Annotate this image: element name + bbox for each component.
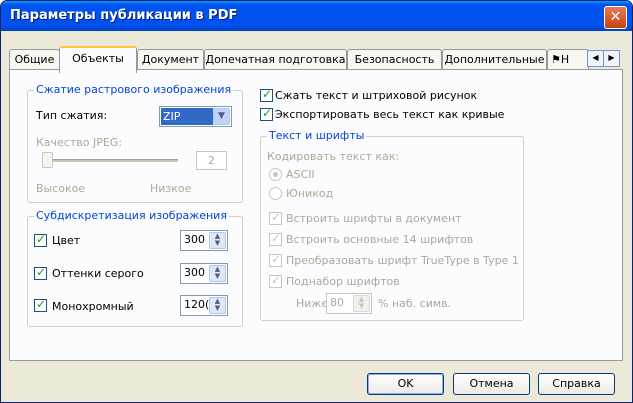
compress-text-checkbox[interactable]: ✓ xyxy=(260,87,273,102)
grayscale-label: Оттенки серого xyxy=(52,267,144,280)
high-label: Высокое xyxy=(36,182,86,195)
jpeg-quality-field[interactable]: 2 xyxy=(196,151,227,170)
check-icon: ✓ xyxy=(271,210,282,224)
tab-strip: Общие Объекты Документ Допечатная подгот… xyxy=(9,46,620,73)
fonts-legend: Текст и шрифты xyxy=(267,129,367,142)
ascii-label: ASCII xyxy=(286,168,315,181)
compression-group: Сжатие растрового изображения Тип сжатия… xyxy=(27,83,243,203)
color-label: Цвет xyxy=(52,234,81,247)
close-button[interactable]: ✕ xyxy=(604,6,627,29)
monochrome-label: Монохромный xyxy=(52,300,134,313)
color-dpi-value: 300 xyxy=(184,233,205,246)
subset-checkbox[interactable]: ✓ xyxy=(269,273,282,288)
grayscale-dpi-value: 300 xyxy=(184,266,205,279)
jpeg-quality-slider[interactable] xyxy=(42,152,53,168)
compression-type-select[interactable]: ZIP ▼ xyxy=(159,106,232,127)
check-icon: ✓ xyxy=(36,297,47,311)
base14-checkbox[interactable]: ✓ xyxy=(269,231,282,246)
tab-document[interactable]: Документ xyxy=(137,49,204,70)
unicode-label: Юникод xyxy=(286,187,334,200)
check-icon: ✓ xyxy=(36,265,47,279)
check-icon: ✓ xyxy=(271,273,282,287)
cancel-button[interactable]: Отмена xyxy=(453,373,530,395)
monochrome-dpi-stepper[interactable]: 120( ▲ ▼ xyxy=(180,295,228,316)
subset-threshold-stepper[interactable]: 80 ▲ ▼ xyxy=(326,293,372,314)
ok-button[interactable]: OK xyxy=(367,373,444,395)
compression-type-label: Тип сжатия: xyxy=(36,109,108,122)
subset-threshold-value: 80 xyxy=(330,296,344,309)
embed-fonts-label: Встроить шрифты в документ xyxy=(286,212,462,225)
color-dpi-stepper[interactable]: 300 ▲ ▼ xyxy=(180,230,228,251)
tab-general[interactable]: Общие xyxy=(9,49,60,70)
monochrome-dpi-value: 120( xyxy=(184,298,210,311)
window-title: Параметры публикации в PDF xyxy=(10,8,238,23)
truetype-checkbox[interactable]: ✓ xyxy=(269,252,282,267)
chevron-down-icon[interactable]: ▼ xyxy=(213,108,230,125)
encode-label: Кодировать текст как: xyxy=(267,150,400,163)
spin-arrows-icon[interactable]: ▲ ▼ xyxy=(353,295,370,312)
ascii-radio[interactable] xyxy=(269,168,282,181)
export-curves-checkbox[interactable]: ✓ xyxy=(260,106,273,121)
subsampling-group: Субдискретизация изображения ✓ Цвет 300 … xyxy=(27,209,243,327)
color-checkbox[interactable]: ✓ xyxy=(34,232,47,247)
objects-panel: Сжатие растрового изображения Тип сжатия… xyxy=(9,69,623,361)
unicode-radio[interactable] xyxy=(269,187,282,200)
flag-icon: ⚑ xyxy=(551,53,561,66)
jpeg-quality-label: Качество JPEG: xyxy=(36,136,123,149)
check-icon: ✓ xyxy=(271,252,282,266)
low-label: Низкое xyxy=(150,182,192,195)
monochrome-checkbox[interactable]: ✓ xyxy=(34,297,47,312)
check-icon: ✓ xyxy=(271,231,282,245)
radio-dot-icon xyxy=(273,172,278,177)
tab-prepress[interactable]: Допечатная подготовка xyxy=(204,49,347,70)
subsampling-legend: Субдискретизация изображения xyxy=(34,209,229,222)
title-bar: Параметры публикации в PDF ✕ xyxy=(1,1,632,31)
spin-arrows-icon[interactable]: ▲ ▼ xyxy=(209,297,226,314)
fonts-group: Текст и шрифты Кодировать текст как: ASC… xyxy=(260,129,524,321)
truetype-label: Преобразовать шрифт TrueType в Type 1 xyxy=(286,254,519,267)
help-button[interactable]: Справка xyxy=(538,373,615,395)
dialog-window: Параметры публикации в PDF ✕ Общие Объек… xyxy=(0,0,633,403)
subset-label: Поднабор шрифтов xyxy=(286,275,400,288)
grayscale-checkbox[interactable]: ✓ xyxy=(34,265,47,280)
tab-advanced[interactable]: Дополнительные xyxy=(442,49,547,70)
jpeg-quality-track xyxy=(46,159,178,162)
base14-label: Встроить основные 14 шрифтов xyxy=(286,233,474,246)
below-label: Ниже xyxy=(296,297,329,310)
check-icon: ✓ xyxy=(262,87,273,101)
compression-legend: Сжатие растрового изображения xyxy=(34,83,234,96)
embed-fonts-checkbox[interactable]: ✓ xyxy=(269,210,282,225)
grayscale-dpi-stepper[interactable]: 300 ▲ ▼ xyxy=(180,263,228,284)
spin-arrows-icon[interactable]: ▲ ▼ xyxy=(209,232,226,249)
pct-label: % наб. симв. xyxy=(378,297,452,310)
spin-arrows-icon[interactable]: ▲ ▼ xyxy=(209,265,226,282)
tab-security[interactable]: Безопасность xyxy=(347,49,442,70)
tab-objects[interactable]: Объекты xyxy=(59,46,137,73)
compression-type-value: ZIP xyxy=(161,108,213,125)
compress-text-label: Сжать текст и штриховой рисунок xyxy=(275,89,478,102)
check-icon: ✓ xyxy=(36,232,47,246)
tab-more-label: Н xyxy=(560,53,570,66)
tab-scroll-left-button[interactable]: ◀ xyxy=(587,50,604,67)
check-icon: ✓ xyxy=(262,106,273,120)
export-curves-label: Экспортировать весь текст как кривые xyxy=(275,108,505,121)
tab-more[interactable]: ⚑Н xyxy=(547,49,589,70)
tab-scroll-right-button[interactable]: ▶ xyxy=(603,50,620,67)
